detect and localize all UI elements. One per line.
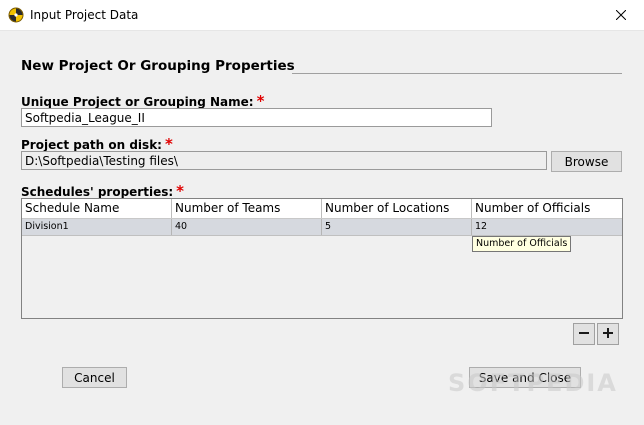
column-header-number-of-officials[interactable]: Number of Officials — [472, 199, 622, 218]
table-row[interactable]: Division1 40 5 12 — [22, 219, 622, 236]
column-tooltip: Number of Officials — [472, 236, 572, 252]
column-header-number-of-locations[interactable]: Number of Locations — [322, 199, 472, 218]
add-row-button[interactable] — [597, 323, 619, 345]
save-and-close-button[interactable]: Save and Close — [469, 367, 581, 388]
schedules-label-text: Schedules' properties: — [21, 185, 174, 199]
table-cell[interactable]: 40 — [172, 219, 322, 235]
path-label-text: Project path on disk: — [21, 138, 162, 152]
section-divider — [292, 73, 622, 74]
plus-icon — [602, 327, 614, 342]
close-icon — [615, 9, 627, 23]
minus-icon — [578, 327, 590, 342]
cancel-button[interactable]: Cancel — [62, 367, 127, 388]
close-button[interactable] — [598, 0, 644, 31]
schedules-table[interactable]: Schedule Name Number of Teams Number of … — [21, 198, 623, 319]
table-cell[interactable]: 12 — [472, 219, 622, 235]
table-header-row: Schedule Name Number of Teams Number of … — [22, 199, 622, 219]
project-name-input[interactable] — [21, 108, 492, 127]
table-cell[interactable]: 5 — [322, 219, 472, 235]
remove-row-button[interactable] — [573, 323, 595, 345]
project-path-input[interactable] — [21, 151, 547, 170]
browse-button[interactable]: Browse — [551, 151, 622, 172]
table-cell[interactable]: Division1 — [22, 219, 172, 235]
title-bar: Input Project Data — [0, 0, 644, 31]
window-title: Input Project Data — [30, 8, 139, 22]
section-header: New Project Or Grouping Properties — [21, 58, 295, 74]
pinwheel-icon — [8, 7, 24, 23]
column-header-number-of-teams[interactable]: Number of Teams — [172, 199, 322, 218]
column-header-schedule-name[interactable]: Schedule Name — [22, 199, 172, 218]
name-label-text: Unique Project or Grouping Name: — [21, 95, 254, 109]
